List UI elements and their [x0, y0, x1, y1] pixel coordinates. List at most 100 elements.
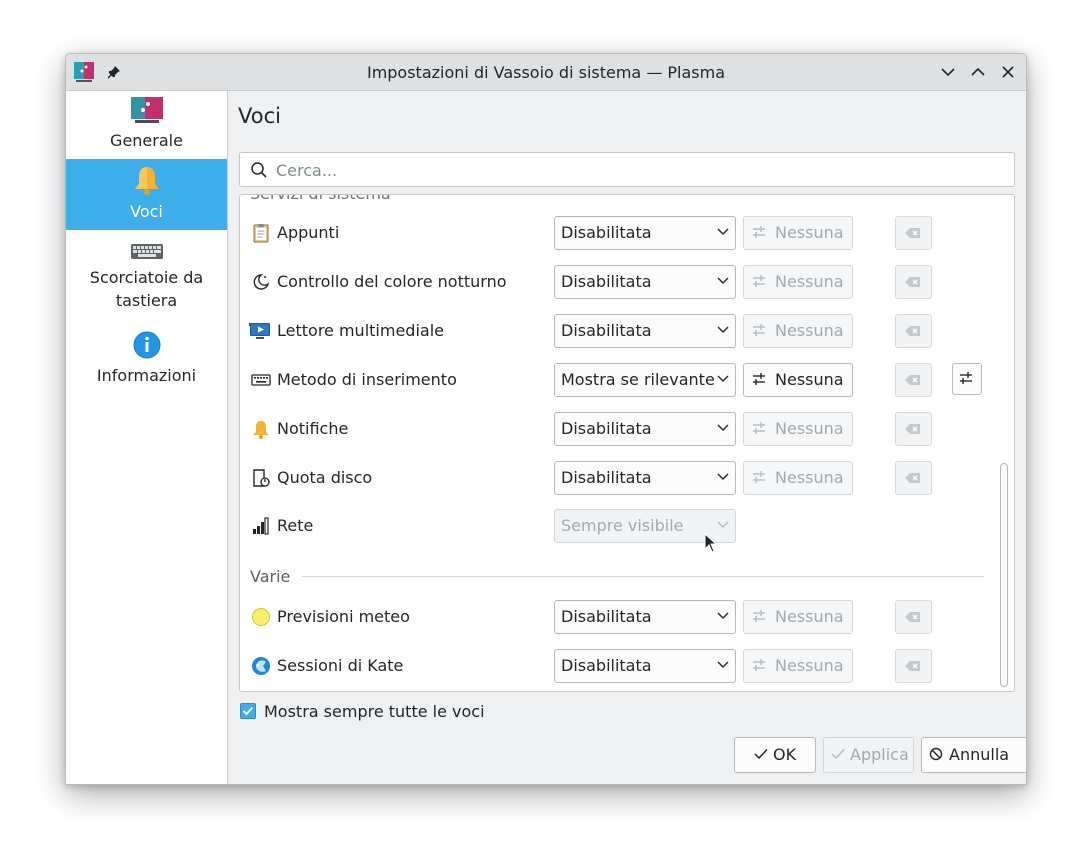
shortcut-button: Nessuna — [743, 314, 853, 348]
sidebar: Generale Voci Scorciatoie da tastiera In… — [66, 91, 228, 784]
checkmark-icon — [242, 706, 254, 716]
visibility-value: Disabilitata — [561, 223, 652, 242]
entry-name: Sessioni di Kate — [277, 656, 404, 675]
visibility-value: Disabilitata — [561, 321, 652, 340]
visibility-select[interactable]: Disabilitata — [554, 461, 736, 495]
close-button[interactable] — [999, 63, 1017, 81]
configure-icon — [753, 324, 765, 336]
visibility-select[interactable]: Disabilitata — [554, 600, 736, 634]
chevron-down-icon — [717, 228, 729, 235]
info-icon — [133, 331, 160, 359]
clear-icon — [905, 277, 920, 287]
search-input[interactable] — [274, 158, 998, 182]
night-color-icon — [253, 274, 270, 290]
chevron-down-icon — [717, 277, 729, 284]
check-icon — [831, 748, 845, 760]
minimize-button[interactable] — [939, 63, 957, 81]
shortcut-button: Nessuna — [743, 649, 853, 683]
clear-icon — [905, 375, 920, 385]
shortcut-button[interactable]: Nessuna — [743, 363, 853, 397]
section-header-partial: Servizi di sistema — [250, 195, 391, 203]
disk-quota-icon — [253, 469, 270, 487]
settings-window: Impostazioni di Vassoio di sistema — Pla… — [65, 53, 1027, 785]
sidebar-item-voci[interactable]: Voci — [66, 159, 227, 230]
shortcut-value: Nessuna — [775, 656, 844, 675]
mouse-cursor-icon — [704, 533, 718, 553]
chevron-down-icon — [717, 612, 729, 619]
visibility-select[interactable]: Disabilitata — [554, 412, 736, 446]
clear-shortcut-button — [895, 600, 932, 634]
sidebar-item-informazioni[interactable]: Informazioni — [66, 324, 227, 394]
clear-shortcut-button — [895, 314, 932, 348]
configure-icon — [753, 471, 765, 483]
clear-shortcut-button — [895, 265, 932, 299]
entry-name: Previsioni meteo — [277, 607, 410, 626]
list-item: Notifiche Disabilitata Nessuna — [240, 405, 1014, 454]
cancel-icon — [929, 747, 943, 761]
visibility-value: Disabilitata — [561, 607, 652, 626]
keyboard-icon — [130, 244, 163, 259]
clear-icon — [905, 612, 920, 622]
sidebar-item-scorciatoie[interactable]: Scorciatoie da tastiera — [66, 230, 227, 324]
show-all-label: Mostra sempre tutte le voci — [264, 702, 485, 721]
visibility-value: Disabilitata — [561, 656, 652, 675]
entry-name: Metodo di inserimento — [277, 370, 457, 389]
chevron-down-icon — [717, 326, 729, 333]
check-icon — [754, 748, 768, 760]
bell-icon — [253, 421, 269, 439]
bell-icon — [134, 167, 159, 195]
list-item: Sessioni di Kate Disabilitata Nessuna — [240, 642, 1014, 691]
title-bar: Impostazioni di Vassoio di sistema — Pla… — [66, 54, 1026, 91]
clear-icon — [905, 424, 920, 434]
visibility-value: Disabilitata — [561, 419, 652, 438]
configure-icon — [960, 372, 972, 384]
ok-button[interactable]: OK — [734, 737, 816, 773]
shortcut-value: Nessuna — [775, 223, 844, 242]
entry-name: Lettore multimediale — [277, 321, 444, 340]
section-divider — [302, 576, 984, 577]
configure-icon — [753, 373, 765, 385]
search-box[interactable] — [239, 152, 1015, 187]
shortcut-button: Nessuna — [743, 412, 853, 446]
list-item: Appunti Disabilitata Nessuna — [240, 209, 1014, 258]
section-header-varie: Varie — [250, 567, 291, 586]
kate-icon — [252, 657, 270, 675]
scrollbar-handle[interactable] — [1000, 463, 1008, 687]
shortcut-button: Nessuna — [743, 461, 853, 495]
configure-icon — [753, 275, 765, 287]
entry-name: Quota disco — [277, 468, 373, 487]
show-all-checkbox[interactable] — [240, 703, 256, 719]
maximize-button[interactable] — [969, 63, 987, 81]
network-icon — [253, 517, 269, 535]
shortcut-value: Nessuna — [775, 419, 844, 438]
clear-shortcut-button — [895, 649, 932, 683]
configure-entry-button[interactable] — [952, 363, 982, 395]
visibility-select[interactable]: Disabilitata — [554, 314, 736, 348]
ok-label: OK — [773, 745, 797, 764]
chevron-down-icon — [717, 424, 729, 431]
visibility-select[interactable]: Disabilitata — [554, 216, 736, 250]
search-icon — [251, 162, 267, 178]
clipboard-icon — [253, 224, 269, 243]
shortcut-button: Nessuna — [743, 600, 853, 634]
entry-name: Controllo del colore notturno — [277, 272, 507, 291]
visibility-select[interactable]: Disabilitata — [554, 265, 736, 299]
shortcut-button: Nessuna — [743, 216, 853, 250]
list-item: Metodo di inserimento Mostra se rilevant… — [240, 356, 1014, 405]
configure-icon — [753, 226, 765, 238]
cancel-button[interactable]: Annulla — [921, 737, 1026, 773]
window-title: Impostazioni di Vassoio di sistema — Pla… — [366, 63, 726, 82]
visibility-select[interactable]: Mostra se rilevante — [554, 363, 736, 397]
entries-list: Servizi di sistema Appunti Disabilitata … — [239, 194, 1015, 692]
sidebar-item-generale[interactable]: Generale — [66, 91, 227, 159]
clear-icon — [905, 661, 920, 671]
chevron-down-icon — [717, 521, 729, 528]
clear-icon — [905, 326, 920, 336]
visibility-select[interactable]: Disabilitata — [554, 649, 736, 683]
entry-name: Rete — [277, 516, 314, 535]
media-player-icon — [249, 323, 270, 339]
weather-icon — [252, 608, 270, 626]
list-item: Rete Sempre visibile — [240, 502, 1014, 551]
visibility-value: Mostra se rilevante — [561, 370, 715, 389]
page-title: Voci — [238, 104, 281, 128]
